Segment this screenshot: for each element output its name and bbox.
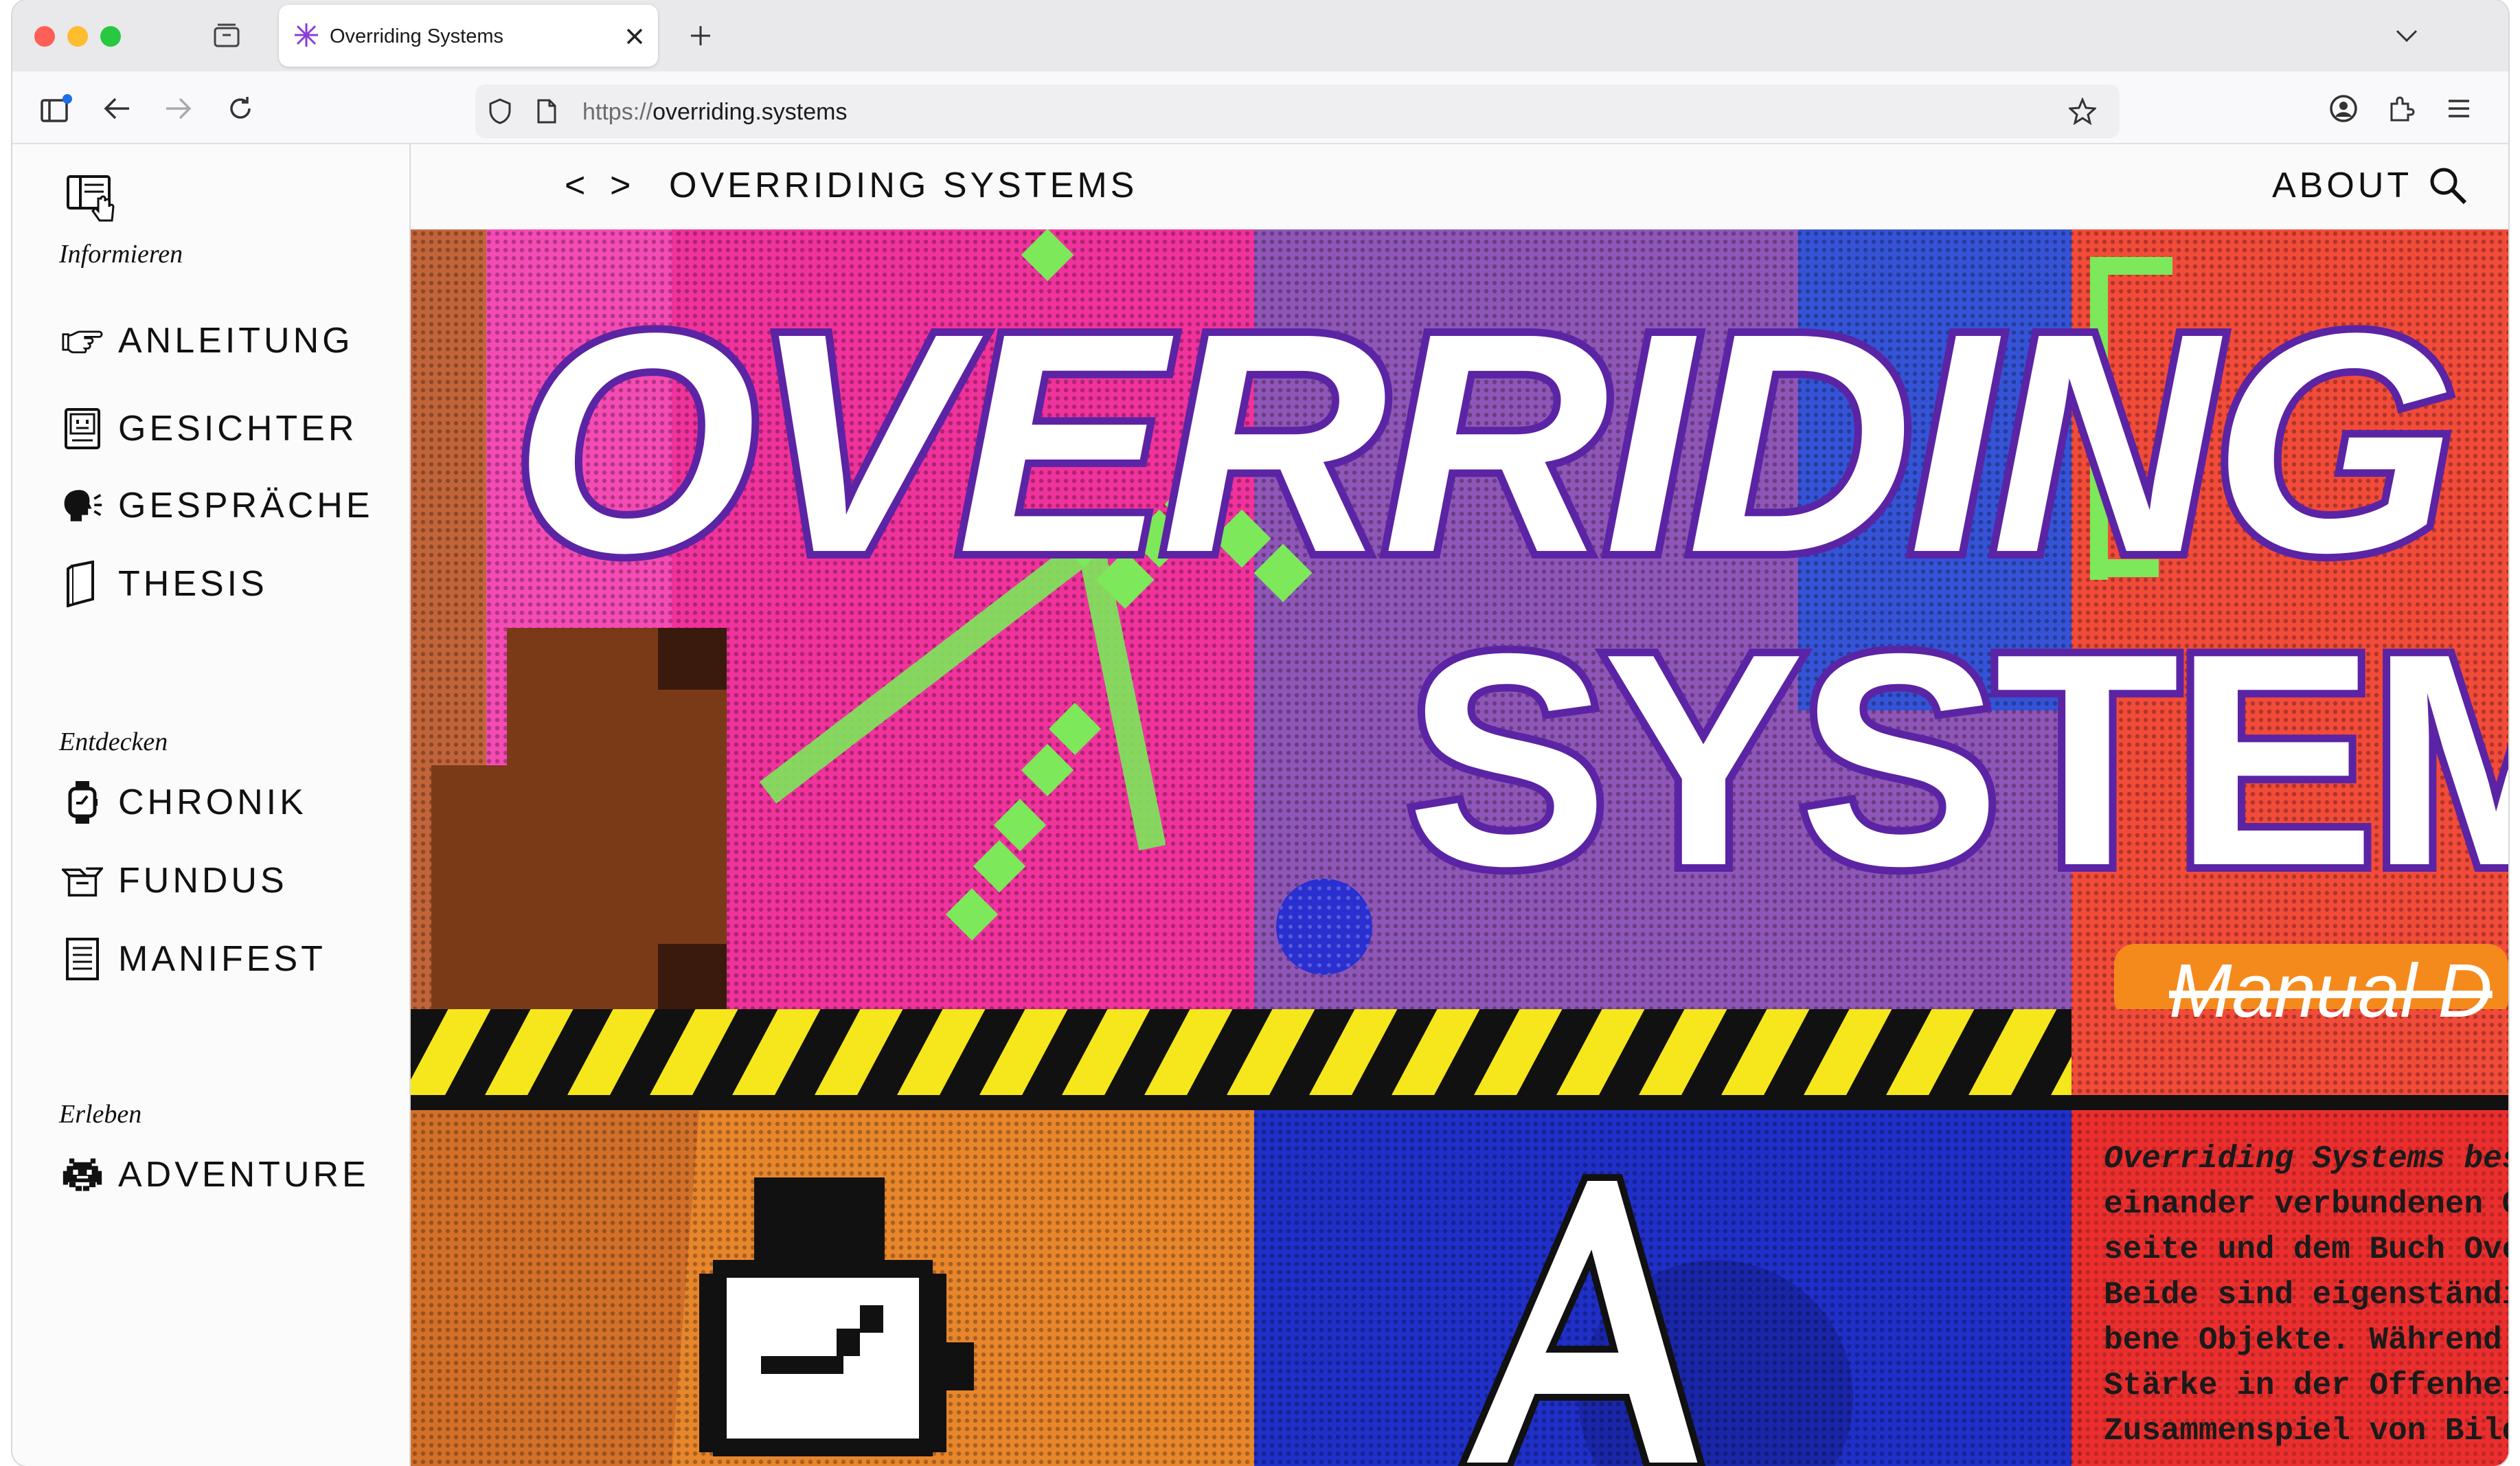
extensions-icon[interactable] — [2385, 92, 2418, 125]
forward-arrow-icon[interactable] — [162, 92, 195, 125]
browser-window: Overriding Systems https://overriding.sy… — [12, 0, 2508, 1466]
navigation-bar: https://overriding.systems — [12, 71, 2508, 144]
nav-item-chronik[interactable]: CHRONIK — [62, 778, 307, 827]
pointing-hand-icon — [62, 320, 103, 361]
minimize-window-button[interactable] — [67, 26, 88, 47]
nav-item-thesis[interactable]: THESIS — [62, 559, 268, 609]
close-window-button[interactable] — [34, 26, 55, 47]
site-title[interactable]: OVERRIDING SYSTEMS — [669, 165, 1137, 206]
hero-artwork: OVERRIDING SYSTEM Manual D Overriding Sy… — [411, 229, 2508, 1466]
intro-text: Overriding Systems best einander verbunde… — [2104, 1136, 2508, 1454]
bookmark-star-icon[interactable] — [2067, 96, 2098, 126]
section-title-erleben: Erleben — [59, 1100, 142, 1129]
tab-title: Overriding Systems — [330, 25, 504, 47]
history-forward-button[interactable]: > — [610, 165, 634, 206]
tab-overview-icon[interactable] — [212, 21, 242, 51]
search-icon[interactable] — [2426, 163, 2470, 207]
nav-item-gespraeche[interactable]: GESPRÄCHE — [62, 481, 374, 530]
nav-item-anleitung[interactable]: ANLEITUNG — [62, 316, 354, 365]
section-title-informieren: Informieren — [59, 240, 183, 269]
site-sidebar: Informieren ANLEITUNG GESICHTER GESPRÄCH… — [12, 144, 411, 1466]
speaking-head-icon — [62, 485, 103, 526]
account-icon[interactable] — [2327, 92, 2360, 125]
sidebar-toggle-hand-icon[interactable] — [60, 165, 122, 227]
nav-item-manifest[interactable]: MANIFEST — [62, 934, 326, 984]
about-link[interactable]: ABOUT — [2272, 165, 2412, 206]
intro-line: Beide sind eigenständig — [2104, 1277, 2508, 1313]
tab-bar: Overriding Systems — [12, 0, 2508, 71]
watch-icon — [62, 781, 103, 824]
nav-item-fundus[interactable]: FUNDUS — [62, 856, 288, 905]
nav-label: ADVENTURE — [118, 1155, 370, 1195]
url-bar[interactable]: https://overriding.systems — [475, 84, 2120, 138]
url-host: overriding.systems — [652, 99, 848, 125]
hero-title-line-1: OVERRIDING — [506, 261, 2464, 625]
nav-label: CHRONIK — [118, 782, 307, 822]
nav-label: MANIFEST — [118, 939, 326, 979]
intro-line: seite und dem Buch Over — [2104, 1232, 2508, 1267]
hero-title-line-2: SYSTEM — [1399, 584, 2508, 936]
back-arrow-icon[interactable] — [100, 92, 133, 125]
site-header: < > OVERRIDING SYSTEMS ABOUT — [411, 144, 2508, 229]
sidebar-toggle-icon[interactable] — [38, 91, 74, 126]
computer-face-icon — [62, 408, 103, 449]
new-tab-icon[interactable] — [685, 21, 716, 51]
intro-line: Stärke in der Offenheit — [2104, 1368, 2508, 1403]
history-back-button[interactable]: < — [565, 165, 589, 206]
web-page: Informieren ANLEITUNG GESICHTER GESPRÄCH… — [12, 144, 2508, 1466]
zoom-window-button[interactable] — [100, 26, 121, 47]
book-icon — [62, 561, 103, 607]
section-title-entdecken: Entdecken — [59, 728, 168, 756]
shield-icon[interactable] — [485, 96, 515, 126]
asterisk-icon — [293, 21, 320, 49]
intro-line: Overriding Systems best — [2104, 1141, 2508, 1177]
page-icon[interactable] — [532, 96, 562, 126]
tab-overriding-systems[interactable]: Overriding Systems — [279, 5, 658, 67]
nav-label: FUNDUS — [118, 861, 288, 901]
intro-line: einander verbundenen Ob — [2104, 1186, 2508, 1222]
url-text: https://overriding.systems — [582, 99, 847, 126]
nav-label: ANLEITUNG — [118, 321, 354, 361]
hero-tagline: Manual D — [2169, 949, 2493, 1033]
nav-label: THESIS — [118, 564, 268, 604]
nav-item-gesichter[interactable]: GESICHTER — [62, 404, 357, 453]
space-invader-icon — [62, 1154, 103, 1195]
box-icon — [62, 860, 103, 901]
close-tab-icon[interactable] — [621, 23, 648, 50]
menu-icon[interactable] — [2442, 92, 2475, 125]
intro-line: Zusammenspiel von Bild — [2104, 1413, 2508, 1449]
url-scheme: https:// — [582, 99, 653, 125]
reload-icon[interactable] — [224, 92, 257, 125]
tab-list-chevron-icon[interactable] — [2392, 21, 2422, 51]
nav-item-adventure[interactable]: ADVENTURE — [62, 1150, 370, 1199]
intro-line: bene Objekte. Während d — [2104, 1322, 2508, 1358]
nav-label: GESPRÄCHE — [118, 486, 374, 526]
document-icon — [62, 938, 103, 980]
nav-label: GESICHTER — [118, 409, 358, 449]
